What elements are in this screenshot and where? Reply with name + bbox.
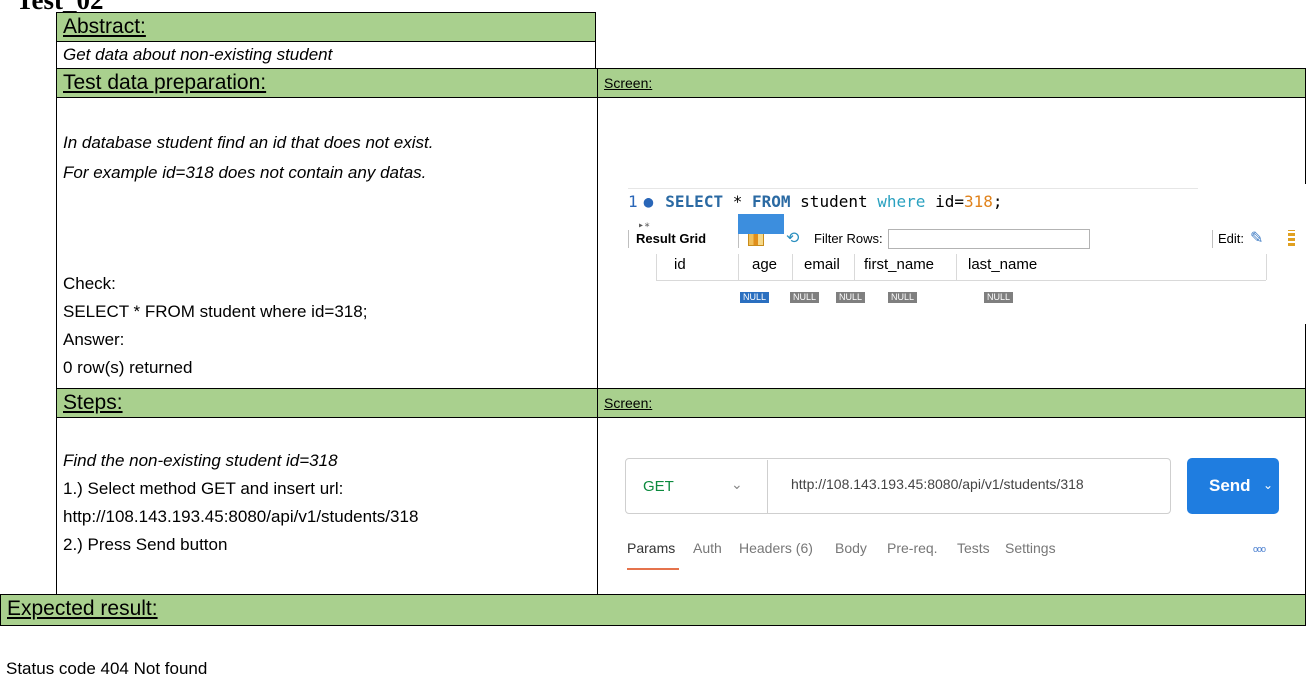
edit-label: Edit: xyxy=(1218,231,1245,246)
null-cell[interactable]: NULL xyxy=(740,292,770,303)
steps-header-text: Steps: xyxy=(63,391,123,414)
column-header[interactable]: last_name xyxy=(968,256,1037,273)
grid-vline xyxy=(656,254,657,280)
steps-line-1: Find the non-existing student id=318 xyxy=(63,451,338,470)
line-number: 1 xyxy=(628,192,638,211)
request-bar-separator xyxy=(767,460,768,514)
steps-screen-header: Screen: xyxy=(597,388,1306,418)
url-input[interactable]: http://108.143.193.45:8080/api/v1/studen… xyxy=(791,476,1084,492)
column-header[interactable]: email xyxy=(804,256,840,273)
refresh-icon[interactable]: ⟲ xyxy=(786,228,799,248)
toolbar-separator xyxy=(1212,230,1213,248)
tab-params[interactable]: Params xyxy=(627,540,675,556)
prep-header: Test data preparation: xyxy=(56,68,598,98)
column-header[interactable]: id xyxy=(674,256,686,273)
send-button-label: Send xyxy=(1209,476,1251,495)
expected-body: Status code 404 Not found xyxy=(0,625,1306,693)
column-header[interactable]: first_name xyxy=(864,256,934,273)
prep-query: SELECT * FROM student where id=318; xyxy=(63,302,368,321)
prep-answer-label: Answer: xyxy=(63,330,125,349)
null-cell[interactable]: NULL xyxy=(790,292,820,303)
prep-line-1: In database student find an id that does… xyxy=(63,133,434,152)
sql-end: ; xyxy=(992,192,1003,211)
tab-body[interactable]: Body xyxy=(835,540,867,556)
sql-workbench-screenshot: 1 ● SELECT * FROM student where id=318; Re… xyxy=(628,184,1306,324)
edit-columns-icon[interactable] xyxy=(1288,230,1295,246)
edit-pencil-icon[interactable]: ✎ xyxy=(1250,228,1263,248)
sql-star: * xyxy=(732,192,743,211)
more-options-icon[interactable]: ooo xyxy=(1253,544,1266,554)
filter-rows-input[interactable] xyxy=(888,229,1090,249)
grid-hline xyxy=(656,280,1266,281)
active-tab-underline xyxy=(627,568,679,570)
selected-cell[interactable] xyxy=(738,214,784,234)
sql-value: 318 xyxy=(963,192,993,211)
steps-screen-header-text: Screen: xyxy=(604,395,653,411)
steps-line-3: http://108.143.193.45:8080/api/v1/studen… xyxy=(63,507,419,526)
new-row-marker-icon: ▸∗ xyxy=(638,220,651,231)
kw-from: FROM xyxy=(752,192,791,211)
send-button[interactable]: Send ⌄ xyxy=(1187,458,1279,514)
sql-query-line: 1 ● SELECT * FROM student where id=318; xyxy=(628,192,1003,211)
sql-cond: id= xyxy=(935,192,964,211)
prep-header-text: Test data preparation: xyxy=(63,71,267,94)
sql-table: student xyxy=(800,192,868,211)
chevron-down-icon[interactable]: ⌄ xyxy=(1263,478,1273,492)
result-grid-tab[interactable]: Result Grid xyxy=(636,231,706,246)
filter-rows-label: Filter Rows: xyxy=(814,231,883,246)
steps-body: Find the non-existing student id=318 1.)… xyxy=(56,417,598,595)
method-select[interactable]: GET xyxy=(643,478,674,495)
prep-check-label: Check: xyxy=(63,274,116,293)
abstract-header: Abstract: xyxy=(56,12,596,42)
grid-vline xyxy=(792,254,793,280)
prep-answer: 0 row(s) returned xyxy=(63,358,193,377)
expected-header-text: Expected result: xyxy=(7,597,158,620)
editor-top-line xyxy=(628,188,1198,189)
chevron-down-icon[interactable]: ⌄ xyxy=(731,476,743,493)
toolbar-separator xyxy=(628,230,629,248)
column-header[interactable]: age xyxy=(752,256,777,273)
kw-select: SELECT xyxy=(665,192,724,211)
expected-header: Expected result: xyxy=(0,594,1306,626)
null-cell[interactable]: NULL xyxy=(984,292,1014,303)
prep-line-2: For example id=318 does not contain any … xyxy=(63,163,427,182)
steps-line-4: 2.) Press Send button xyxy=(63,535,228,554)
tab-headers[interactable]: Headers (6) xyxy=(739,540,813,556)
tab-auth[interactable]: Auth xyxy=(693,540,722,556)
steps-header: Steps: xyxy=(56,388,598,418)
expected-text: Status code 404 Not found xyxy=(6,659,208,678)
breakpoint-dot-icon: ● xyxy=(643,192,654,211)
abstract-header-text: Abstract: xyxy=(63,15,146,38)
grid-vline xyxy=(854,254,855,280)
result-toolbar: Result Grid ⟲ Filter Rows: Edit: ✎ xyxy=(628,226,1300,252)
grid-vline xyxy=(956,254,957,280)
tab-pre-req[interactable]: Pre-req. xyxy=(887,540,938,556)
grid-vline xyxy=(1266,254,1267,280)
steps-line-2: 1.) Select method GET and insert url: xyxy=(63,479,344,498)
grid-vline xyxy=(738,254,739,280)
prep-body: In database student find an id that does… xyxy=(56,97,598,389)
abstract-body: Get data about non-existing student xyxy=(56,41,596,69)
prep-screen-header: Screen: xyxy=(597,68,1306,98)
null-cell[interactable]: NULL xyxy=(888,292,918,303)
tab-settings[interactable]: Settings xyxy=(1005,540,1056,556)
kw-where: where xyxy=(877,192,926,211)
tab-tests[interactable]: Tests xyxy=(957,540,990,556)
prep-screen-header-text: Screen: xyxy=(604,75,653,91)
postman-screenshot: GET ⌄ http://108.143.193.45:8080/api/v1/… xyxy=(625,454,1285,584)
null-cell[interactable]: NULL xyxy=(836,292,866,303)
